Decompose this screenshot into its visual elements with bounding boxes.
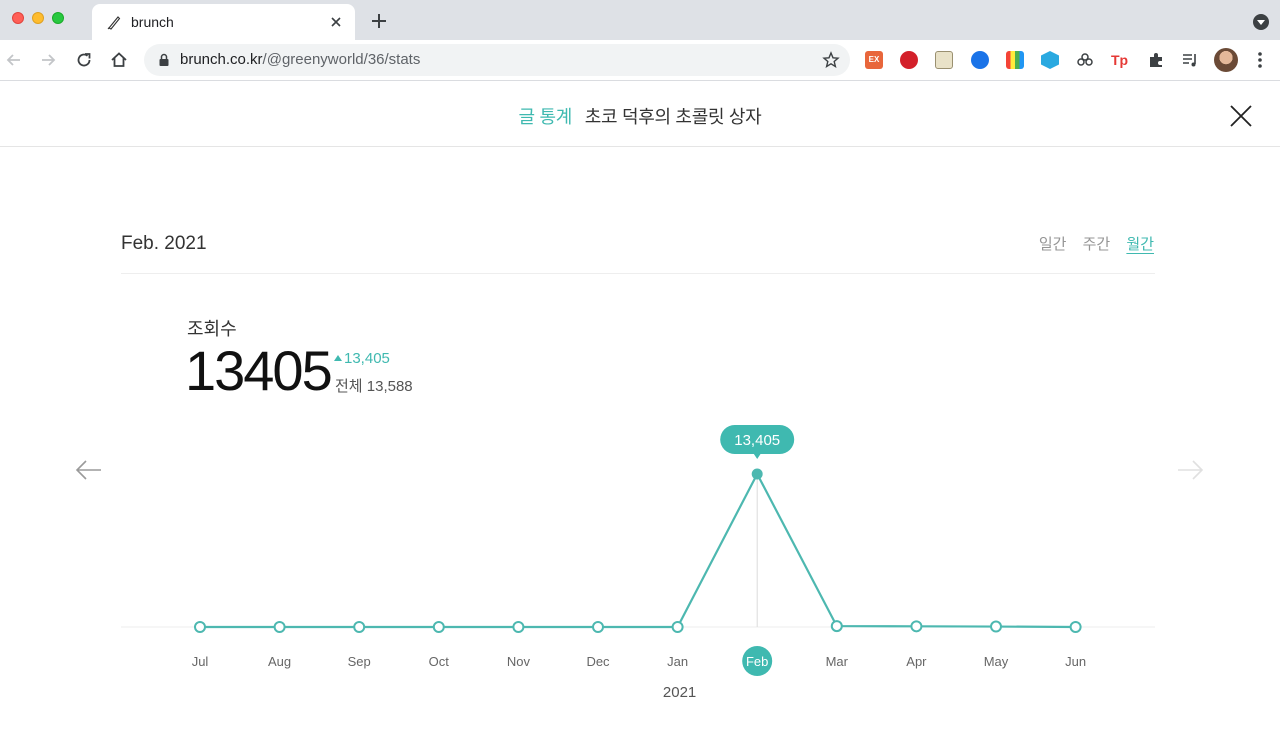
data-point	[592, 621, 604, 633]
views-line-chart: Jul Aug Sep Oct Nov Dec Jan Feb Mar Apr May Jun 2021…	[121, 425, 1155, 701]
x-tick-label: Mar	[826, 654, 849, 669]
x-tick-label: May	[984, 654, 1009, 669]
data-point	[194, 621, 206, 633]
x-tick-label: Apr	[906, 654, 927, 669]
x-tick-label: Jul	[192, 654, 209, 669]
data-point	[990, 620, 1002, 633]
x-tick-label: Jun	[1065, 654, 1086, 669]
data-point	[830, 620, 843, 633]
year-label: 2021	[663, 684, 696, 701]
x-tick-label: Aug	[268, 654, 291, 669]
tooltip-value: 13,405	[734, 432, 780, 449]
tooltip-pointer	[753, 453, 762, 459]
data-point	[353, 621, 366, 633]
x-tick-label: Sep	[348, 654, 371, 669]
x-tick-label: Dec	[586, 654, 610, 669]
data-point	[751, 468, 763, 480]
x-tick-label: Feb	[746, 654, 768, 669]
data-point	[432, 621, 445, 633]
x-tick-label: Oct	[429, 654, 450, 669]
data-point	[910, 620, 923, 633]
data-point	[1069, 621, 1082, 633]
x-tick-label: Nov	[507, 654, 531, 669]
data-point	[273, 621, 286, 633]
x-tick-label: Jan	[667, 654, 688, 669]
data-point	[512, 621, 525, 633]
data-point	[671, 621, 684, 633]
series-line	[200, 472, 1076, 629]
